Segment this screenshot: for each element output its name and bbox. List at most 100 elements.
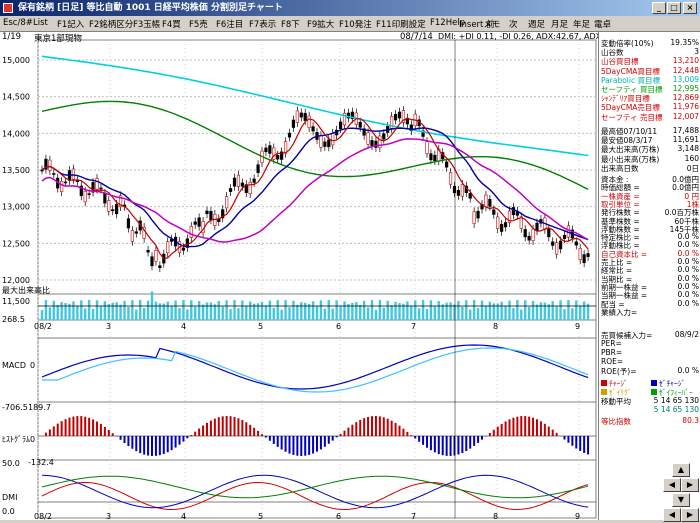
menu-item-4[interactable]: F3玉帳 <box>133 18 160 30</box>
volume-bar <box>555 307 557 320</box>
volume-bar <box>60 302 62 320</box>
candle-body <box>532 229 535 241</box>
candle-body <box>52 173 55 174</box>
macd-high-label: 189.7 <box>28 403 51 412</box>
nav-button-3[interactable]: ▼ <box>672 493 690 507</box>
volume-bar <box>383 308 385 320</box>
candle-body <box>492 210 495 215</box>
menu-item-9[interactable]: F8下 <box>281 18 300 30</box>
menu-item-19[interactable]: 年足 <box>573 18 590 30</box>
menu-item-0[interactable]: Esc/8# <box>3 18 33 28</box>
volume-bar <box>544 303 546 320</box>
candle-body <box>320 136 323 148</box>
hist-bar <box>45 433 47 436</box>
nav-button-0[interactable]: ▲ <box>672 463 690 477</box>
hist-bar <box>418 436 420 442</box>
menu-item-17[interactable]: 週足 <box>528 18 545 30</box>
menu-item-2[interactable]: F1記入 <box>57 18 84 30</box>
volume-bar <box>524 300 526 320</box>
volume-bar <box>206 302 208 320</box>
fundamental-row: 業績入力= <box>601 307 699 317</box>
hist-bar <box>336 436 338 437</box>
candle-body <box>359 122 362 127</box>
hist-bar <box>324 436 326 447</box>
volume-bar <box>135 310 137 320</box>
legend-swatch <box>601 380 607 386</box>
menu-item-8[interactable]: F7表示 <box>249 18 276 30</box>
hist-bar <box>167 436 169 452</box>
volume-bar <box>241 300 243 320</box>
volume-bar <box>339 306 341 320</box>
candle-body <box>524 229 527 236</box>
hist-bar <box>100 424 102 436</box>
menu-item-20[interactable]: 電卓 <box>594 18 611 30</box>
volume-bar <box>190 300 192 320</box>
volume-bar <box>245 306 247 320</box>
volume-bar <box>84 309 86 320</box>
date-tick-label: 5 <box>258 322 263 331</box>
close-button[interactable]: × <box>683 2 697 14</box>
hist-bar <box>556 433 558 436</box>
volume-bar <box>363 301 365 320</box>
menu-item-16[interactable]: 次 <box>509 18 518 30</box>
legend-swatch <box>651 389 657 395</box>
volume-bar <box>108 304 110 320</box>
hist-bar <box>163 436 165 454</box>
candle-body <box>206 211 209 214</box>
hist-bar <box>355 422 357 436</box>
hist-bar <box>175 436 177 448</box>
menu-item-11[interactable]: F10発注 <box>339 18 372 30</box>
volume-bar <box>214 304 216 320</box>
candle-body <box>300 113 303 117</box>
maximize-button[interactable]: □ <box>667 2 681 14</box>
volume-bar <box>194 307 196 320</box>
menu-item-18[interactable]: 月足 <box>551 18 568 30</box>
hist-bar <box>587 436 589 454</box>
volume-bar <box>284 300 286 320</box>
hist-bar <box>127 436 129 446</box>
chart-area[interactable]: 15,00014,50014,00013,50013,00012,50012,0… <box>0 32 598 520</box>
dmi-bottom-label: 0.0 <box>2 507 15 516</box>
nav-button-2[interactable]: ▶ <box>681 478 699 492</box>
menu-item-3[interactable]: F2銘柄区分 <box>89 18 133 30</box>
menu-item-12[interactable]: F11印刷設定 <box>376 18 426 30</box>
candle-body <box>496 217 499 229</box>
volume-bar <box>139 300 141 320</box>
candle-body <box>131 231 134 242</box>
dmi-top-label: 50.0 <box>2 459 20 468</box>
hist-bar <box>249 425 251 436</box>
menu-item-6[interactable]: F5売 <box>189 18 208 30</box>
hist-bar <box>379 416 381 436</box>
candle-body <box>579 248 582 259</box>
date-tick-label: 7 <box>411 322 416 331</box>
volume-bar <box>92 309 94 320</box>
info-value: 19.35% <box>670 38 699 47</box>
candle-body <box>100 188 103 189</box>
info-value: 0日 <box>687 163 699 174</box>
volume-bar <box>178 308 180 320</box>
menu-item-15[interactable]: 前 <box>486 18 495 30</box>
date-tick-label: 9 <box>575 322 580 331</box>
menu-item-7[interactable]: F6注目 <box>216 18 243 30</box>
date-tick-label: 08/2 <box>34 512 52 520</box>
menu-item-1[interactable]: List <box>33 18 48 28</box>
minimize-button[interactable]: _ <box>652 2 666 14</box>
hist-bar <box>253 428 255 436</box>
info-value: 11,976 <box>673 102 699 111</box>
volume-bar <box>261 302 263 320</box>
candle-body <box>229 188 232 191</box>
volume-bar <box>390 305 392 320</box>
chart-canvas[interactable]: 15,00014,50014,00013,50013,00012,50012,0… <box>0 32 598 520</box>
hist-bar <box>520 416 522 436</box>
menu-item-5[interactable]: F4買 <box>162 18 181 30</box>
candle-body <box>367 133 370 145</box>
candle-body <box>551 242 554 246</box>
volume-bar <box>567 300 569 320</box>
info-key: PBR= <box>601 348 622 357</box>
nav-button-1[interactable]: ◀ <box>663 478 681 492</box>
volume-bar <box>186 309 188 320</box>
candle-body <box>445 162 448 167</box>
menu-item-10[interactable]: F9拡大 <box>307 18 334 30</box>
info-value: 3,148 <box>678 144 699 153</box>
volume-bar <box>394 302 396 320</box>
